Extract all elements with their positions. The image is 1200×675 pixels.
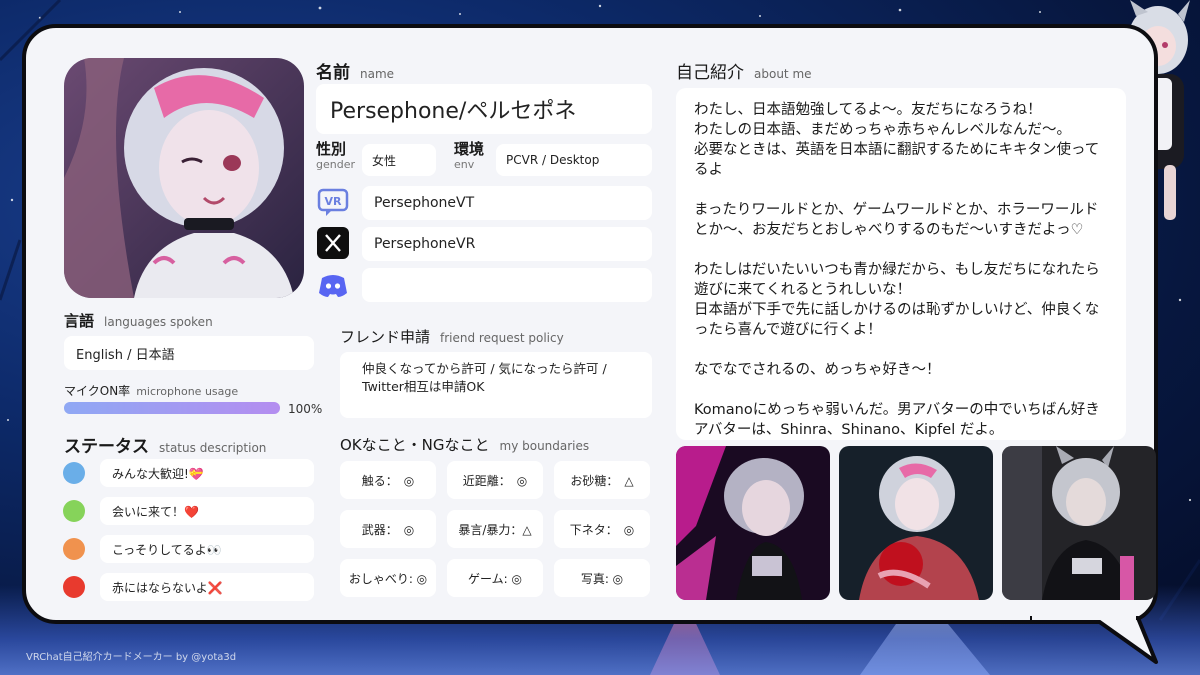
vrchat-icon: VR (316, 186, 350, 220)
boundary-touch: 触る： ◎ (340, 461, 436, 499)
friend-policy-field: 仲良くなってから許可 / 気になったら許可 / Twitter相互は申請OK (340, 352, 652, 418)
boundary-violence: 暴言/暴力：△ (447, 510, 543, 548)
mic-usage-bar (64, 402, 280, 414)
env-label: 環境 (454, 140, 485, 158)
mic-heading: マイクON率 microphone usage (64, 380, 238, 399)
about-sublabel: about me (754, 67, 812, 81)
gender-label: 性別 (316, 140, 347, 158)
status-item-green: 会いに来て！❤️ (100, 497, 314, 525)
discord-icon (316, 268, 350, 302)
about-paragraph: わたしはだいたいいつも青か緑だから、もし友だちになれたら遊びに来てくれるとうれし… (694, 262, 1100, 338)
languages-label: 言語 (64, 312, 95, 330)
mic-usage-fill (64, 402, 280, 414)
name-heading: 名前 name (316, 58, 394, 83)
boundaries-sublabel: my boundaries (499, 439, 590, 453)
env-field: PCVR / Desktop (496, 144, 652, 176)
svg-text:VR: VR (325, 195, 343, 208)
env-sublabel: env (454, 158, 475, 171)
about-label: 自己紹介 (676, 63, 744, 83)
mic-label: マイクON率 (64, 384, 131, 398)
status-text-orange: こっそりしてるよ👀 (112, 542, 222, 557)
env-value: PCVR / Desktop (506, 153, 600, 167)
gender-value: 女性 (372, 153, 397, 168)
gallery-photo-1 (676, 446, 830, 600)
profile-card: 名前 name Persephone/ペルセポネ 性別 gender 女性 環境 … (22, 24, 1158, 624)
boundaries-heading: OKなこと・NGなこと my boundaries (340, 434, 589, 455)
vrchat-account-field: PersephoneVT (362, 186, 652, 220)
status-text-red: 赤にはならないよ❌ (112, 580, 223, 595)
status-item-orange: こっそりしてるよ👀 (100, 535, 314, 563)
about-heading: 自己紹介 about me (676, 58, 812, 83)
name-sublabel: name (360, 67, 395, 81)
languages-heading: 言語 languages spoken (64, 310, 213, 331)
vrchat-account-value: PersephoneVT (374, 195, 475, 211)
env-heading: 環境 env (454, 142, 484, 172)
status-dot-blue (63, 462, 85, 484)
about-text-box[interactable]: わたし、日本語勉強してるよ〜。友だちになろうね！ わたしの日本語、まだめっちゃ赤… (676, 88, 1126, 440)
status-dot-red (63, 576, 85, 598)
gallery-photo-2 (839, 446, 993, 600)
friend-sublabel: friend request policy (440, 331, 564, 345)
boundary-chatting: おしゃべり: ◎ (340, 559, 436, 597)
gallery-photo-3 (1002, 446, 1156, 600)
name-value: Persephone/ペルセポネ (330, 99, 577, 124)
status-item-blue: みんな大歓迎!💝 (100, 459, 314, 487)
about-paragraph: まったりワールドとか、ゲームワールドとか、ホラーワールドとか〜、お友だちとおしゃ… (694, 202, 1099, 238)
x-account-field: PersephoneVR (362, 227, 652, 261)
gender-heading: 性別 gender (316, 142, 355, 172)
status-text-blue: みんな大歓迎!💝 (112, 466, 204, 481)
friend-policy-value: 仲良くなってから許可 / 気になったら許可 / Twitter相互は申請OK (362, 361, 607, 394)
boundary-photos: 写真: ◎ (554, 559, 650, 597)
name-field: Persephone/ペルセポネ (316, 84, 652, 134)
status-text-green: 会いに来て！❤️ (112, 504, 199, 519)
gender-sublabel: gender (316, 158, 355, 171)
mic-sublabel: microphone usage (136, 385, 239, 398)
friend-heading: フレンド申請 friend request policy (340, 326, 564, 347)
about-paragraph: Komanoにめっちゃ弱いんだ。男アバターの中でいちばん好きアバターは、Shin… (694, 402, 1100, 438)
languages-field: English / 日本語 (64, 336, 314, 370)
boundaries-label: OKなこと・NGなこと (340, 436, 490, 454)
speech-bubble-tail (1030, 616, 1158, 664)
name-label: 名前 (316, 63, 350, 83)
friend-label: フレンド申請 (340, 328, 431, 346)
status-dot-green (63, 500, 85, 522)
discord-account-field (362, 268, 652, 302)
avatar-image (64, 58, 304, 298)
mic-usage-value: 100% (288, 402, 323, 416)
boundary-lewd: 下ネタ： ◎ (554, 510, 650, 548)
boundary-sugar: お砂糖： △ (554, 461, 650, 499)
x-account-value: PersephoneVR (374, 236, 476, 252)
footer-credit: VRChat自己紹介カードメーカー by @yota3d (26, 652, 237, 663)
languages-value: English / 日本語 (76, 347, 175, 363)
gender-field: 女性 (362, 144, 436, 176)
x-icon (317, 227, 349, 259)
boundary-games: ゲーム: ◎ (447, 559, 543, 597)
status-dot-orange (63, 538, 85, 560)
status-sublabel: status description (159, 441, 267, 455)
about-paragraph: なでなでされるの、めっちゃ好き〜！ (694, 362, 941, 378)
languages-sublabel: languages spoken (104, 315, 213, 329)
status-heading: ステータス status description (64, 432, 266, 457)
boundary-close-distance: 近距離： ◎ (447, 461, 543, 499)
boundary-weapons: 武器： ◎ (340, 510, 436, 548)
status-label: ステータス (64, 437, 149, 457)
avatar (64, 58, 304, 298)
about-paragraph: わたし、日本語勉強してるよ〜。友だちになろうね！ わたしの日本語、まだめっちゃ赤… (694, 102, 1100, 178)
status-item-red: 赤にはならないよ❌ (100, 573, 314, 601)
